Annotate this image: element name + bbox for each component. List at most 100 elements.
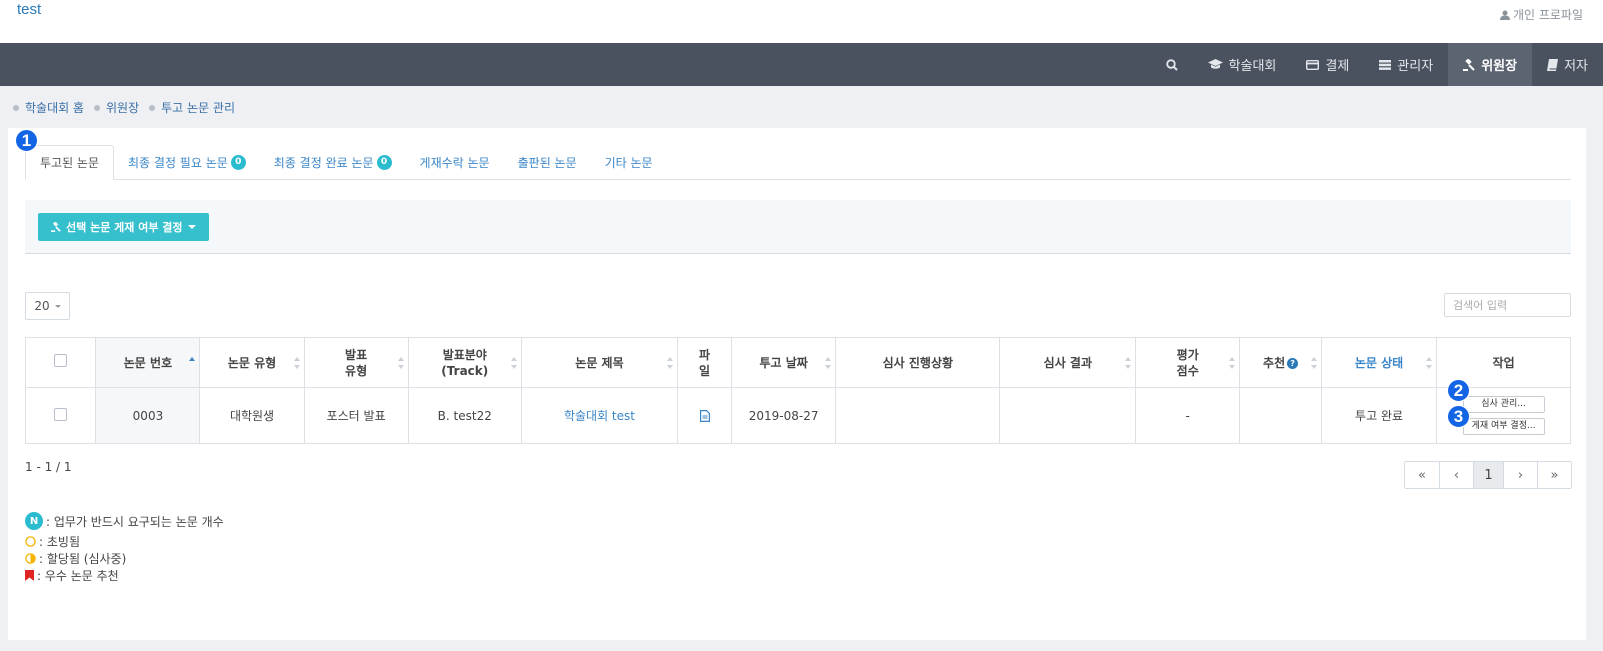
nav-search[interactable] [1151,43,1193,86]
row-checkbox[interactable] [54,407,68,421]
col-paper-type[interactable]: 논문 유형 [199,337,305,388]
col-result[interactable]: 심사 결과 [999,337,1137,388]
file-icon[interactable] [699,410,710,422]
nav-chair[interactable]: 위원장 [1448,43,1533,86]
sort-icon [293,356,300,369]
main-nav: 학술대회 결제 관리자 위원장 저자 [0,43,1603,86]
nav-admin[interactable]: 관리자 [1364,43,1448,86]
legend-label: : 초빙됨 [39,535,80,549]
col-score[interactable]: 평가 점수 [1135,337,1241,388]
tab-other[interactable]: 기타 논문 [591,145,667,180]
search-icon [1165,58,1178,71]
page-prev-button[interactable]: ‹ [1439,462,1473,488]
gavel-icon [1463,58,1475,71]
pagination: « ‹ 1 › » [1404,461,1572,489]
n-badge-icon: N [25,512,43,530]
col-progress: 심사 진행상황 [835,337,1001,388]
nav-author[interactable]: 저자 [1532,43,1603,86]
col-status-label: 논문 상태 [1354,355,1404,370]
chevron-down-icon [187,225,196,229]
top-bar: test 개인 프로파일 [0,0,1603,43]
bulk-action-panel: 선택 논문 게재 여부 결정 [25,200,1571,254]
sort-icon [825,356,832,369]
tab-submitted-label: 투고된 논문 [40,156,100,170]
page-last-button[interactable]: » [1537,462,1571,488]
tab-final-done[interactable]: 최종 결정 완료 논문 0 [260,145,406,180]
page-size-select[interactable]: 20 [25,292,70,320]
col-title-label: 논문 제목 [575,355,624,370]
question-circle-icon[interactable]: ? [1287,357,1299,369]
tab-final-needed-label: 최종 결정 필요 논문 [128,156,228,170]
page-next-button[interactable]: › [1503,462,1537,488]
col-status[interactable]: 논문 상태 [1320,337,1438,388]
annotation-marker-3: 3 [1447,405,1470,428]
cell-paper-no: 0003 [95,387,201,444]
legend-label: : 할당됨 (심사중) [39,552,127,566]
sort-icon [1125,356,1132,369]
col-date-label: 투고 날짜 [759,355,808,370]
col-paper-type-label: 논문 유형 [227,355,277,370]
breadcrumb-home-label: 학술대회 홈 [25,101,85,115]
brand-link[interactable]: test [17,1,41,18]
nav-conference-label: 학술대회 [1228,59,1277,74]
legend-label: : 업무가 반드시 요구되는 논문 개수 [46,514,224,529]
tab-submitted[interactable]: 투고된 논문 [25,145,115,180]
sort-icon [1229,356,1236,369]
nav-conference[interactable]: 학술대회 [1193,43,1292,86]
chevron-down-icon [54,304,61,308]
nav-chair-label: 위원장 [1481,59,1518,74]
sort-icon [397,356,404,369]
legend-item: N : 업무가 반드시 요구되는 논문 개수 [25,511,224,531]
col-track-label: 발표분야 (Track) [441,347,489,378]
review-manage-button[interactable]: 심사 관리... [1462,396,1545,413]
nav-payment-label: 결제 [1325,59,1350,74]
cell-recommend [1239,387,1322,444]
nav-admin-label: 관리자 [1397,59,1434,74]
table-header-row: 논문 번호 논문 유형 발표 유형 발표분야 (Track) 논문 제목 파 일… [24,337,1571,388]
page-current-button[interactable]: 1 [1473,462,1503,488]
col-file: 파 일 [677,337,733,388]
page-size-value: 20 [34,299,50,313]
cell-title: 학술대회 test [520,387,679,444]
col-track[interactable]: 발표분야 (Track) [407,337,522,388]
main-card: 1 투고된 논문 최종 결정 필요 논문 0 최종 결정 완료 논문 0 게재수락 … [8,128,1586,640]
tab-count-badge: 0 [230,155,246,170]
breadcrumb-current-label: 투고 논문 관리 [161,101,236,115]
sort-icon [667,356,674,369]
col-paper-no[interactable]: 논문 번호 [95,337,201,388]
select-all-checkbox[interactable] [54,354,68,367]
legend-item: : 우수 논문 추천 [25,567,224,584]
annotation-marker-1: 1 [15,129,38,152]
col-recommend-label: 추천 [1263,355,1286,370]
nav-payment[interactable]: 결제 [1291,43,1364,86]
col-file-label: 파 일 [699,347,711,378]
breadcrumb-item-chair[interactable]: 위원장 [94,99,139,116]
dot-icon [149,104,156,111]
breadcrumb-item-current: 투고 논문 관리 [149,99,235,116]
search-input[interactable] [1444,293,1571,317]
bulk-decide-label: 선택 논문 게재 여부 결정 [66,221,183,234]
tab-count-badge: 0 [376,155,392,170]
col-recommend[interactable]: 추천? [1239,337,1322,388]
col-presentation-type[interactable]: 발표 유형 [303,337,409,388]
page-first-button[interactable]: « [1405,462,1439,488]
bulk-decide-button[interactable]: 선택 논문 게재 여부 결정 [38,213,209,241]
tab-final-needed[interactable]: 최종 결정 필요 논문 0 [114,145,260,180]
annotation-marker-2: 2 [1447,379,1470,402]
cell-track: B. test22 [407,387,522,444]
cell-paper-type: 대학원생 [199,387,305,444]
tab-published[interactable]: 출판된 논문 [504,145,591,180]
col-score-label: 평가 점수 [1176,347,1199,378]
col-action-label: 작업 [1492,355,1515,370]
col-date[interactable]: 투고 날짜 [731,337,837,388]
legend-item: : 할당됨 (심사중) [25,550,224,567]
tab-other-label: 기타 논문 [604,156,653,170]
tab-accepted[interactable]: 게재수락 논문 [406,145,504,180]
col-title[interactable]: 논문 제목 [520,337,679,388]
profile-link[interactable]: 개인 프로파일 [1499,6,1583,23]
paper-title-link[interactable]: 학술대회 test [564,409,635,423]
publish-decision-button[interactable]: 게재 여부 결정... [1462,418,1545,435]
breadcrumb-item-home[interactable]: 학술대회 홈 [13,99,84,116]
graduation-cap-icon [1207,59,1223,69]
breadcrumb: 학술대회 홈 위원장 투고 논문 관리 [13,99,245,116]
